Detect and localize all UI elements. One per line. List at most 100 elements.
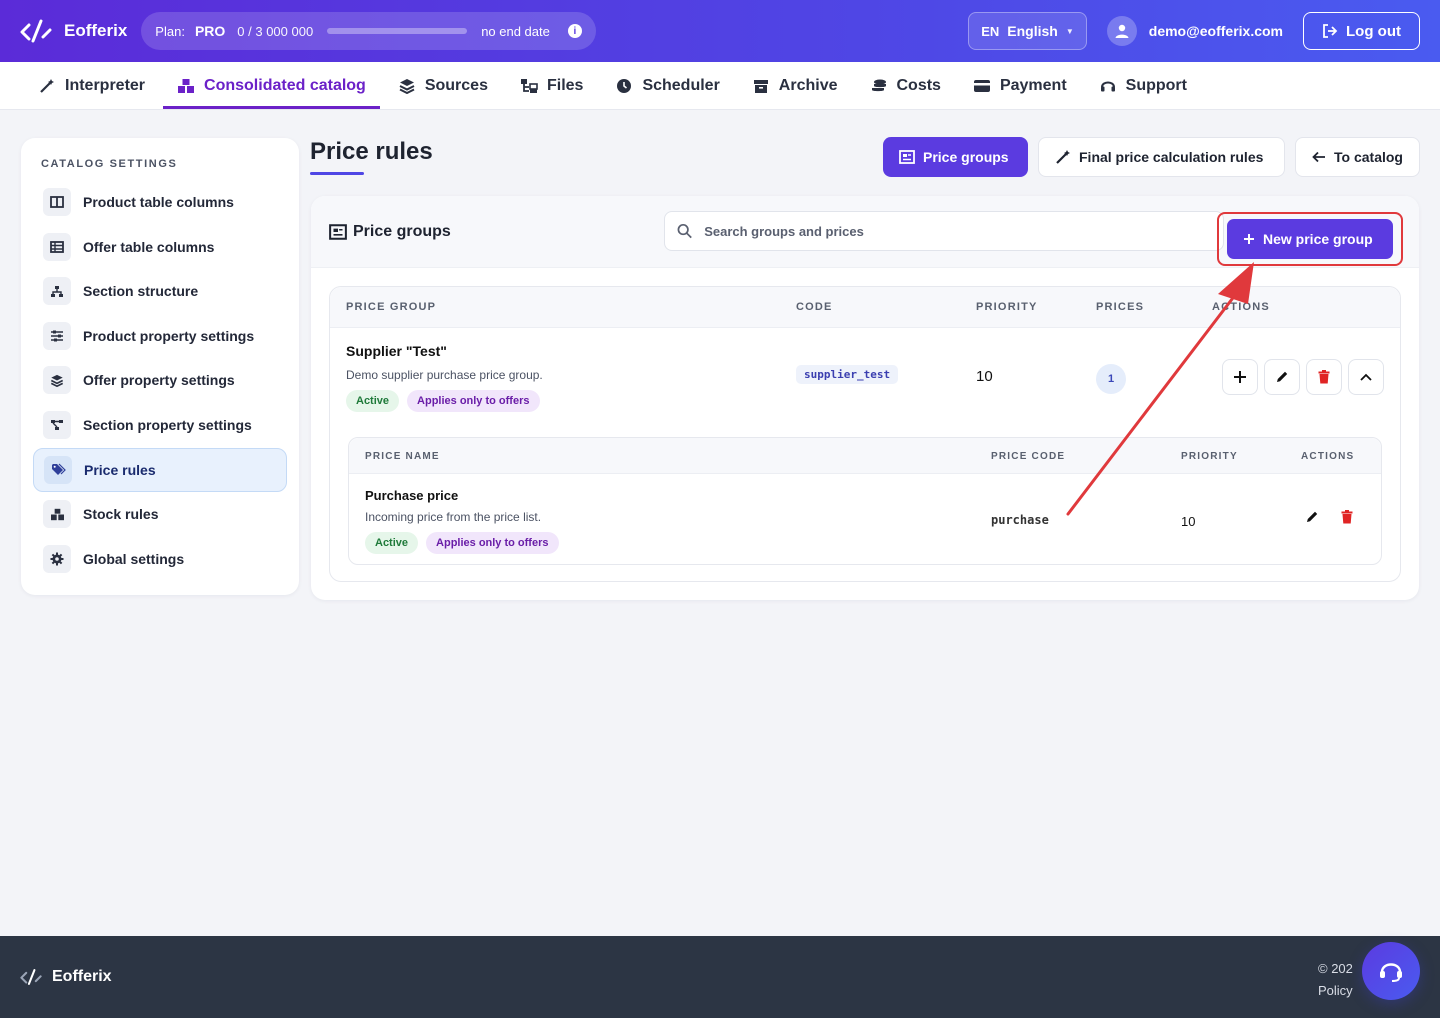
sidebar-item-stock-rules[interactable]: Stock rules bbox=[33, 492, 287, 536]
tags-icon bbox=[44, 455, 72, 484]
collapse-button[interactable] bbox=[1348, 359, 1384, 395]
user-email: demo@eofferix.com bbox=[1148, 23, 1284, 39]
group-name: Supplier "Test" bbox=[346, 343, 447, 359]
nav-item-sources[interactable]: Sources bbox=[384, 62, 502, 109]
sliders-icon bbox=[43, 321, 71, 350]
support-chat-button[interactable] bbox=[1362, 942, 1420, 1000]
top-bar: Eofferix Plan: PRO 0 / 3 000 000 no end … bbox=[0, 0, 1440, 62]
nav-item-payment[interactable]: Payment bbox=[959, 62, 1081, 109]
sidebar-item-label: Price rules bbox=[84, 461, 156, 478]
price-groups-button[interactable]: Price groups bbox=[883, 137, 1028, 177]
table-header: PRICE GROUP CODE PRIORITY PRICES ACTIONS bbox=[330, 287, 1400, 328]
status-badge: Active bbox=[346, 390, 400, 412]
copyright-text: © 202 bbox=[1318, 961, 1353, 976]
price-groups-label: Price groups bbox=[923, 149, 1009, 165]
sidebar-item-section-structure[interactable]: Section structure bbox=[33, 269, 287, 313]
credit-card-icon bbox=[973, 77, 991, 95]
eofferix-logo-icon bbox=[20, 19, 52, 43]
footer-copyright: © 202 Policy bbox=[1318, 958, 1353, 1002]
group-priority: 10 bbox=[976, 368, 993, 385]
new-price-group-label: New price group bbox=[1263, 231, 1373, 247]
delete-group-button[interactable] bbox=[1306, 359, 1342, 395]
sidebar-item-offer-property-settings[interactable]: Offer property settings bbox=[33, 358, 287, 402]
column-header-price-priority: PRIORITY bbox=[1181, 451, 1238, 462]
logout-icon bbox=[1323, 24, 1338, 38]
boxes-icon bbox=[177, 77, 195, 95]
info-icon[interactable]: i bbox=[567, 24, 582, 38]
column-header-actions: ACTIONS bbox=[1212, 301, 1270, 313]
new-price-group-button[interactable]: New price group bbox=[1227, 219, 1393, 259]
nav-item-scheduler[interactable]: Scheduler bbox=[601, 62, 733, 109]
price-description: Incoming price from the price list. bbox=[365, 510, 542, 524]
scope-badge: Applies only to offers bbox=[407, 390, 540, 412]
card-header: Price groups New price group bbox=[311, 196, 1419, 268]
annotation-highlight-box: New price group bbox=[1217, 212, 1403, 266]
search-input[interactable] bbox=[704, 223, 1211, 239]
brand-logo[interactable]: Eofferix bbox=[20, 18, 127, 44]
footer-brand-name: Eofferix bbox=[52, 968, 112, 985]
nav-item-support[interactable]: Support bbox=[1085, 62, 1201, 109]
layers-icon bbox=[398, 77, 416, 95]
price-name: Purchase price bbox=[365, 488, 459, 503]
plan-label: Plan: bbox=[155, 23, 185, 39]
main-nav: Interpreter Consolidated catalog Sources… bbox=[0, 62, 1440, 110]
price-groups-card: Price groups New price group PRICE GROUP… bbox=[311, 196, 1419, 600]
sidebar-item-label: Section structure bbox=[83, 283, 199, 300]
sidebar-item-label: Stock rules bbox=[83, 506, 159, 523]
scope-badge: Applies only to offers bbox=[426, 532, 559, 554]
card-title-text: Price groups bbox=[353, 222, 451, 240]
page-title: Price rules bbox=[310, 138, 433, 165]
nav-label: Support bbox=[1125, 76, 1187, 94]
sidebar-item-price-rules[interactable]: Price rules bbox=[33, 447, 287, 492]
columns-icon bbox=[43, 188, 71, 216]
layers-icon bbox=[43, 366, 71, 395]
nav-item-costs[interactable]: Costs bbox=[856, 62, 955, 109]
to-catalog-button[interactable]: To catalog bbox=[1295, 137, 1420, 177]
nav-item-files[interactable]: Files bbox=[506, 62, 597, 109]
nav-label: Interpreter bbox=[65, 76, 146, 94]
prices-subtable: PRICE NAME PRICE CODE PRIORITY ACTIONS P… bbox=[348, 437, 1382, 565]
trash-icon bbox=[1341, 510, 1353, 524]
magic-wand-icon bbox=[38, 77, 56, 95]
plan-end: no end date bbox=[481, 23, 550, 39]
price-groups-table: PRICE GROUP CODE PRIORITY PRICES ACTIONS… bbox=[329, 286, 1401, 582]
column-header-code: CODE bbox=[796, 301, 833, 313]
nav-item-archive[interactable]: Archive bbox=[738, 62, 852, 109]
add-price-button[interactable] bbox=[1222, 359, 1258, 395]
sidebar-heading: CATALOG SETTINGS bbox=[41, 158, 178, 170]
plus-icon bbox=[1234, 371, 1246, 383]
plan-widget[interactable]: Plan: PRO 0 / 3 000 000 no end date i bbox=[141, 12, 596, 50]
column-header-price-code: PRICE CODE bbox=[991, 451, 1066, 462]
sidebar-item-offer-table-columns[interactable]: Offer table columns bbox=[33, 225, 287, 269]
gear-icon bbox=[43, 544, 71, 573]
language-selector[interactable]: EN English ▼ bbox=[968, 12, 1087, 50]
final-price-rules-button[interactable]: Final price calculation rules bbox=[1038, 137, 1285, 177]
boxes-icon bbox=[43, 500, 71, 529]
sidebar-item-global-settings[interactable]: Global settings bbox=[33, 537, 287, 581]
edit-price-button[interactable] bbox=[1305, 510, 1319, 529]
nav-item-consolidated-catalog[interactable]: Consolidated catalog bbox=[163, 62, 380, 109]
search-box[interactable] bbox=[664, 211, 1224, 251]
table-icon bbox=[43, 232, 71, 261]
title-underline bbox=[310, 172, 364, 175]
column-header-price-actions: ACTIONS bbox=[1301, 451, 1355, 462]
sidebar-item-product-property-settings[interactable]: Product property settings bbox=[33, 314, 287, 358]
column-header-priority: PRIORITY bbox=[976, 301, 1038, 313]
logout-label: Log out bbox=[1346, 22, 1401, 40]
nav-item-interpreter[interactable]: Interpreter bbox=[24, 62, 159, 109]
diagram-icon bbox=[43, 410, 71, 439]
policy-link[interactable]: Policy bbox=[1318, 980, 1353, 1002]
sidebar-item-label: Offer table columns bbox=[83, 238, 215, 255]
delete-price-button[interactable] bbox=[1341, 510, 1353, 529]
sidebar-item-section-property-settings[interactable]: Section property settings bbox=[33, 403, 287, 447]
logout-button[interactable]: Log out bbox=[1303, 12, 1420, 50]
user-menu[interactable]: demo@eofferix.com bbox=[1106, 16, 1284, 46]
sidebar-item-product-table-columns[interactable]: Product table columns bbox=[33, 180, 287, 224]
edit-group-button[interactable] bbox=[1264, 359, 1300, 395]
headset-icon bbox=[1380, 963, 1402, 982]
language-name: English bbox=[1007, 23, 1058, 39]
language-code: EN bbox=[981, 23, 1000, 39]
trash-icon bbox=[1318, 370, 1330, 384]
plan-usage: 0 / 3 000 000 bbox=[237, 23, 314, 39]
footer-brand[interactable]: Eofferix bbox=[20, 968, 112, 986]
